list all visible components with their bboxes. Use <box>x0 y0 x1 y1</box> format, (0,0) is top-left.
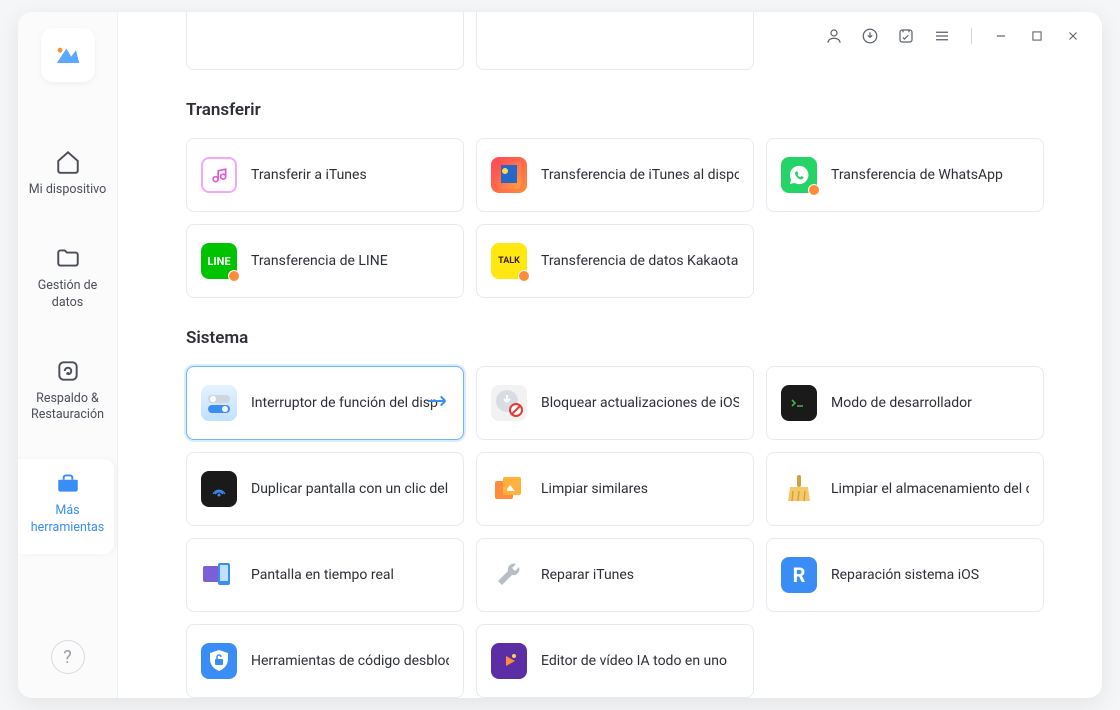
card-label: Modo de desarrollador <box>831 395 1029 411</box>
ios-repair-icon: R <box>781 557 817 593</box>
video-editor-icon <box>491 643 527 679</box>
maximize-icon[interactable] <box>1028 27 1046 45</box>
phone-icon <box>491 157 527 193</box>
itunes-icon <box>201 157 237 193</box>
card-developer-mode[interactable]: Modo de desarrollador <box>766 366 1044 440</box>
toggle-icon <box>201 385 237 421</box>
line-icon: LINE <box>201 243 237 279</box>
card-label: Bloquear actualizaciones de iOS <box>541 395 739 411</box>
card-transfer-itunes[interactable]: Transferir a iTunes <box>186 138 464 212</box>
feedback-icon[interactable] <box>897 27 915 45</box>
close-icon[interactable] <box>1064 27 1082 45</box>
card-unlock-tools[interactable]: Herramientas de código desbloqu <box>186 624 464 698</box>
app-logo[interactable] <box>41 28 95 82</box>
broom-icon <box>781 471 817 507</box>
card-label: Reparación sistema iOS <box>831 567 1029 583</box>
system-grid: Interruptor de función del disp Bloquear… <box>186 366 1056 698</box>
backup-icon <box>54 357 82 385</box>
wrench-icon <box>491 557 527 593</box>
card-line-transfer[interactable]: LINE Transferencia de LINE <box>186 224 464 298</box>
section-title-system: Sistema <box>186 328 1056 348</box>
help-icon: ? <box>63 647 72 668</box>
shield-unlock-icon <box>201 643 237 679</box>
cutoff-card[interactable] <box>186 12 464 70</box>
kakao-icon: TALK <box>491 243 527 279</box>
nav-my-device[interactable]: Mi dispositivo <box>18 138 117 216</box>
card-label: Reparar iTunes <box>541 567 739 583</box>
card-label: Pantalla en tiempo real <box>251 567 449 583</box>
download-icon[interactable] <box>861 27 879 45</box>
badge-icon <box>808 184 820 196</box>
help-button[interactable]: ? <box>51 640 85 674</box>
minimize-icon[interactable] <box>992 27 1010 45</box>
card-ai-video-editor[interactable]: Editor de vídeo IA todo en uno <box>476 624 754 698</box>
card-device-switch[interactable]: Interruptor de función del disp <box>186 366 464 440</box>
section-title-transfer: Transferir <box>186 100 1056 120</box>
card-clean-storage[interactable]: Limpiar el almacenamiento del dis <box>766 452 1044 526</box>
card-label: Transferencia de WhatsApp <box>831 167 1029 183</box>
card-label: Duplicar pantalla con un clic del te <box>251 481 449 497</box>
whatsapp-icon <box>781 157 817 193</box>
card-label: Editor de vídeo IA todo en uno <box>541 653 739 669</box>
cast-icon <box>201 471 237 507</box>
card-clean-similar[interactable]: Limpiar similares <box>476 452 754 526</box>
card-block-updates[interactable]: Bloquear actualizaciones de iOS <box>476 366 754 440</box>
nav-backup-restore[interactable]: Respaldo & Restauración <box>18 347 117 442</box>
cutoff-card[interactable] <box>476 12 754 70</box>
nav-label: Mi dispositivo <box>29 182 106 198</box>
card-label: Transferir a iTunes <box>251 167 449 183</box>
folder-icon <box>54 244 82 272</box>
card-mirror-screen[interactable]: Duplicar pantalla con un clic del te <box>186 452 464 526</box>
user-icon[interactable] <box>825 27 843 45</box>
titlebar-separator <box>971 28 972 44</box>
screens-icon <box>201 557 237 593</box>
menu-icon[interactable] <box>933 27 951 45</box>
card-label: Limpiar similares <box>541 481 739 497</box>
nav-label: Gestión de datos <box>22 278 113 311</box>
card-label: Transferencia de LINE <box>251 253 449 269</box>
block-update-icon <box>491 385 527 421</box>
terminal-icon <box>781 385 817 421</box>
titlebar <box>825 12 1102 60</box>
card-ios-repair[interactable]: R Reparación sistema iOS <box>766 538 1044 612</box>
nav-label: Respaldo & Restauración <box>22 391 113 424</box>
card-label: Interruptor de función del disp <box>251 395 449 411</box>
card-whatsapp-transfer[interactable]: Transferencia de WhatsApp <box>766 138 1044 212</box>
nav-more-tools[interactable]: Más herramientas <box>18 459 114 554</box>
card-repair-itunes[interactable]: Reparar iTunes <box>476 538 754 612</box>
home-icon <box>54 148 82 176</box>
card-realtime-screen[interactable]: Pantalla en tiempo real <box>186 538 464 612</box>
card-label: Limpiar el almacenamiento del dis <box>831 481 1029 497</box>
nav-data-management[interactable]: Gestión de datos <box>18 234 117 329</box>
card-label: Transferencia de iTunes al disposit <box>541 167 739 183</box>
nav-label: Más herramientas <box>26 503 110 536</box>
sidebar: Mi dispositivo Gestión de datos Respaldo… <box>18 12 118 698</box>
card-label: Herramientas de código desbloqu <box>251 653 449 669</box>
card-kakao-transfer[interactable]: TALK Transferencia de datos Kakaotalk <box>476 224 754 298</box>
main-content: Transferir Transferir a iTunes Transfere… <box>118 12 1102 698</box>
toolbox-icon <box>54 469 82 497</box>
card-itunes-to-device[interactable]: Transferencia de iTunes al disposit <box>476 138 754 212</box>
transfer-grid: Transferir a iTunes Transferencia de iTu… <box>186 138 1056 298</box>
badge-icon <box>228 270 240 282</box>
card-label: Transferencia de datos Kakaotalk <box>541 253 739 269</box>
arrow-right-icon <box>427 393 449 413</box>
duplicate-photos-icon <box>491 471 527 507</box>
badge-icon <box>518 270 530 282</box>
